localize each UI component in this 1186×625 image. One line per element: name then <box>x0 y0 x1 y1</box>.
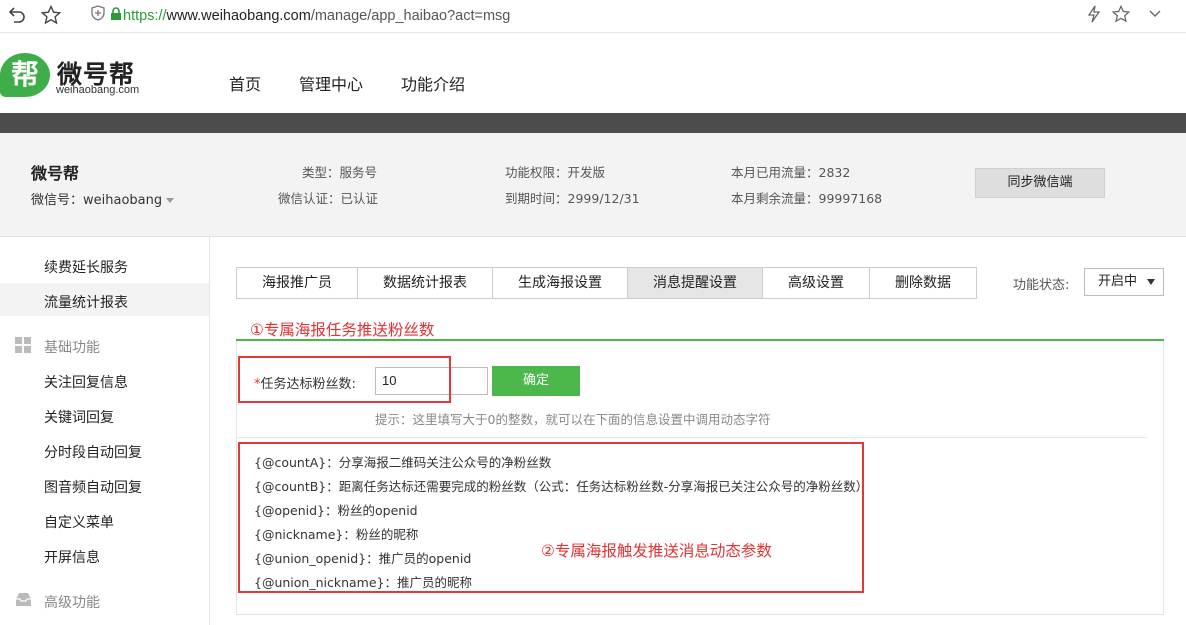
sidebar-item-keyword-reply[interactable]: 关键词回复 <box>44 407 114 427</box>
info-permission-value: 开发版 <box>567 165 606 180</box>
address-bar[interactable]: https://www.weihaobang.com/manage/app_ha… <box>123 7 510 25</box>
section2-title: ②专属海报触发推送消息动态参数 <box>541 542 772 560</box>
info-remain-value: 99997168 <box>818 191 883 206</box>
info-expire-value: 2999/12/31 <box>567 191 640 206</box>
logo-domain: weihaobang.com <box>56 84 140 96</box>
sidebar-group-basic: 基础功能 <box>44 340 100 356</box>
annotation-box-2 <box>238 442 864 593</box>
confirm-button[interactable]: 确定 <box>492 366 580 396</box>
feature-status-select[interactable]: 开启中 <box>1084 268 1164 296</box>
info-used-value: 2832 <box>818 165 851 180</box>
info-remaining-traffic: 本月剩余流量：99997168 <box>731 188 882 207</box>
info-remain-label: 本月剩余流量： <box>731 191 819 206</box>
tab-data-report[interactable]: 数据统计报表 <box>357 267 493 299</box>
star-outline-icon[interactable] <box>1110 4 1132 27</box>
info-expire-label: 到期时间： <box>505 191 568 206</box>
section1-title: ①专属海报任务推送粉丝数 <box>250 321 435 339</box>
hint-text: 提示：这里填写大于0的整数，就可以在下面的信息设置中调用动态字符 <box>375 412 771 427</box>
info-used-label: 本月已用流量： <box>731 165 819 180</box>
tab-poster-promoters[interactable]: 海报推广员 <box>236 267 358 299</box>
nav-manage-center[interactable]: 管理中心 <box>299 71 363 95</box>
site-logo[interactable]: 帮 <box>0 53 50 97</box>
tab-poster-settings[interactable]: 生成海报设置 <box>492 267 628 299</box>
info-type: 类型：服务号 <box>302 162 377 181</box>
info-verify: 微信认证：已认证 <box>278 188 378 207</box>
account-id-value: weihaobang <box>83 193 163 208</box>
sidebar-item-traffic-report[interactable]: 流量统计报表 <box>44 292 128 312</box>
lightning-icon[interactable] <box>1083 5 1105 27</box>
account-id-dropdown[interactable]: 微信号：weihaobang <box>31 189 175 208</box>
sync-wechat-button[interactable]: 同步微信端 <box>975 168 1105 198</box>
account-id-label: 微信号： <box>31 193 84 208</box>
browser-toolbar: https://www.weihaobang.com/manage/app_ha… <box>0 0 1186 33</box>
info-used-traffic: 本月已用流量：2832 <box>731 162 850 181</box>
url-host: www.weihaobang.com <box>166 8 311 24</box>
star-icon[interactable] <box>40 4 62 27</box>
url-path: /manage/app_haibao?act=msg <box>310 8 511 24</box>
nav-home[interactable]: 首页 <box>229 71 261 95</box>
info-type-label: 类型： <box>302 165 340 180</box>
tab-advanced-settings[interactable]: 高级设置 <box>762 267 870 299</box>
sidebar-item-renew[interactable]: 续费延长服务 <box>44 257 128 277</box>
chevron-down-icon[interactable] <box>1144 5 1166 27</box>
nav-features[interactable]: 功能介绍 <box>401 71 465 95</box>
caret-down-icon <box>166 198 175 203</box>
sidebar-item-custom-menu[interactable]: 自定义菜单 <box>44 512 114 532</box>
sidebar-item-media-reply[interactable]: 图音频自动回复 <box>44 477 142 497</box>
account-name: 微号帮 <box>31 164 80 183</box>
header-divider-band <box>0 113 1186 133</box>
sidebar-item-follow-reply[interactable]: 关注回复信息 <box>44 372 128 392</box>
tab-delete-data[interactable]: 删除数据 <box>869 267 977 299</box>
feature-status-value: 开启中 <box>1098 274 1138 289</box>
annotation-box-1 <box>238 356 451 403</box>
url-protocol: https:// <box>123 8 167 24</box>
feature-status-label: 功能状态: <box>1013 278 1070 293</box>
info-type-value: 服务号 <box>339 165 378 180</box>
info-expire: 到期时间：2999/12/31 <box>505 188 640 207</box>
tab-message-settings[interactable]: 消息提醒设置 <box>627 267 763 299</box>
sidebar-item-splash-info[interactable]: 开屏信息 <box>44 547 100 567</box>
inbox-icon <box>15 592 32 609</box>
info-verify-label: 微信认证： <box>278 191 341 206</box>
back-icon[interactable] <box>6 5 28 27</box>
sidebar-item-timed-reply[interactable]: 分时段自动回复 <box>44 442 142 462</box>
divider <box>237 437 1147 438</box>
info-permission-label: 功能权限： <box>505 165 568 180</box>
info-permission: 功能权限：开发版 <box>505 162 605 181</box>
grid-icon <box>15 337 32 354</box>
info-verify-value: 已认证 <box>340 191 379 206</box>
dropdown-arrow-icon <box>1147 279 1155 285</box>
sidebar-group-advanced: 高级功能 <box>44 595 100 611</box>
